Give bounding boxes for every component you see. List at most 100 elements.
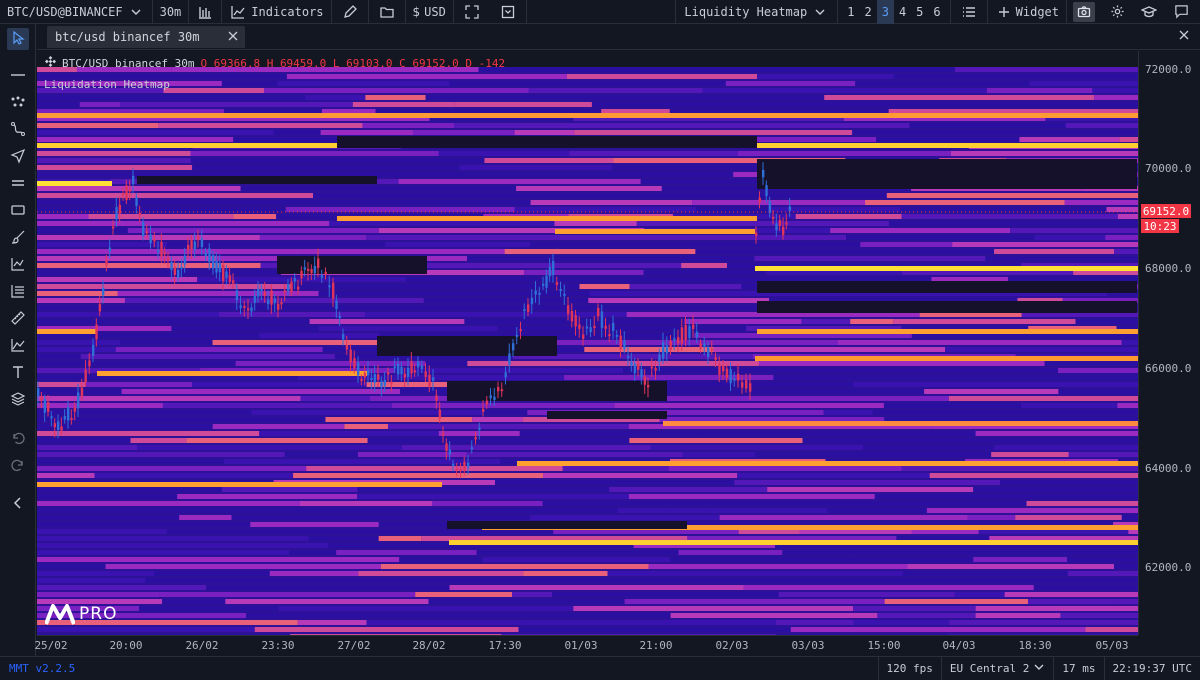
- heatmap-band: [300, 396, 370, 401]
- fib-tool[interactable]: [7, 281, 29, 303]
- heatmap-band: [259, 235, 367, 240]
- candle-body: [647, 384, 650, 388]
- heatmap-band: [37, 578, 146, 583]
- heatmap-band: [318, 326, 455, 331]
- time-tick: 17:30: [488, 639, 522, 652]
- text-tool[interactable]: [7, 362, 29, 384]
- candle-body: [567, 305, 570, 315]
- heatmap-band: [37, 543, 329, 548]
- chart-pane[interactable]: BTC/USD binancef 30m O 69366.8 H 69459.0…: [37, 51, 1200, 635]
- candle-body: [552, 260, 555, 275]
- candle-body: [342, 334, 345, 340]
- add-widget-button[interactable]: Widget: [988, 0, 1066, 24]
- close-icon[interactable]: [227, 30, 239, 45]
- heatmap-band: [37, 592, 160, 597]
- heatmap-band: [669, 557, 855, 562]
- candle-body: [328, 285, 331, 288]
- close-label: C: [399, 56, 406, 70]
- chart-pattern-tool[interactable]: [7, 254, 29, 276]
- candle-body: [538, 292, 541, 295]
- chart-type-button[interactable]: [189, 0, 221, 24]
- candle-body: [470, 447, 474, 450]
- heatmap-band: [240, 186, 517, 191]
- arrow-tool[interactable]: [7, 146, 29, 168]
- layout-3-button[interactable]: 3: [876, 0, 894, 24]
- layout-2-button[interactable]: 2: [859, 0, 876, 24]
- fullscreen-button[interactable]: [454, 0, 490, 24]
- region-selector[interactable]: EU Central 2: [940, 656, 1053, 680]
- currency-label: USD: [424, 4, 446, 19]
- heatmap-band: [902, 571, 1068, 576]
- candle-body: [699, 343, 702, 349]
- heatmap-band: [464, 319, 685, 324]
- pattern-tool[interactable]: [7, 92, 29, 114]
- timeframe-button[interactable]: 30m: [153, 0, 189, 24]
- heatmap-band: [357, 494, 629, 499]
- currency-button[interactable]: $ USD: [406, 0, 453, 24]
- heatmap-band: [37, 571, 155, 576]
- measure-tool[interactable]: [7, 308, 29, 330]
- chart-tab[interactable]: btc/usd binancef 30m: [47, 26, 245, 48]
- heatmap-band: [725, 81, 856, 86]
- text-icon: [10, 364, 26, 383]
- heatmap-selector[interactable]: Liquidity Heatmap: [676, 0, 837, 24]
- indicators-button[interactable]: Indicators: [222, 0, 330, 24]
- timeframe-label: 30m: [159, 4, 182, 19]
- indicator-label[interactable]: Liquidation Heatmap: [44, 78, 170, 91]
- heatmap-band: [167, 242, 248, 247]
- heatmap-band: [562, 466, 669, 471]
- cursor-tool[interactable]: [7, 28, 29, 50]
- save-button[interactable]: [490, 0, 526, 24]
- layout-5-button[interactable]: 5: [911, 0, 928, 24]
- path-icon: [10, 121, 26, 140]
- exchange-logo-icon: [45, 56, 56, 70]
- rectangle-tool[interactable]: [7, 200, 29, 222]
- learn-button[interactable]: [1133, 0, 1165, 24]
- layers-tool[interactable]: [7, 389, 29, 411]
- parallel-channel-tool[interactable]: [7, 173, 29, 195]
- layout-1-button[interactable]: 1: [842, 0, 859, 24]
- heatmap-band: [788, 242, 861, 247]
- path-tool[interactable]: [7, 119, 29, 141]
- brush-tool[interactable]: [7, 227, 29, 249]
- heatmap-band: [127, 228, 379, 233]
- heatmap-band: [504, 249, 696, 254]
- heatmap-band: [575, 557, 670, 562]
- undo-button[interactable]: [7, 428, 29, 450]
- heatmap-band: [1117, 403, 1138, 408]
- candle-body: [772, 216, 775, 219]
- heatmap-high-liquidity-level: [755, 266, 1138, 271]
- close-icon[interactable]: [1178, 29, 1190, 44]
- chat-button[interactable]: [1165, 0, 1200, 24]
- forecast-tool[interactable]: [7, 335, 29, 357]
- heatmap-void-zone: [447, 521, 687, 529]
- layout-6-button[interactable]: 6: [928, 0, 945, 24]
- candle-body: [88, 360, 91, 367]
- status-bar: MMT v2.2.5 120 fps EU Central 2 17 ms 22…: [0, 656, 1200, 680]
- redo-button[interactable]: [7, 455, 29, 477]
- candle-body: [680, 327, 684, 344]
- candle-body: [643, 376, 647, 385]
- candle-body: [225, 271, 228, 278]
- watchlist-button[interactable]: [951, 0, 987, 24]
- heatmap-band: [244, 417, 326, 422]
- time-axis[interactable]: 25/02 20:00 26/02 23:30 27/02 28/02 17:3…: [34, 635, 1138, 656]
- snapshot-button[interactable]: [1067, 0, 1101, 24]
- settings-button[interactable]: [1101, 0, 1133, 24]
- collapse-toolbar-button[interactable]: [7, 493, 29, 515]
- candle-body: [448, 449, 452, 455]
- horizontal-line-tool[interactable]: [7, 65, 29, 87]
- open-layout-button[interactable]: [369, 0, 405, 24]
- heatmap-band: [666, 368, 962, 373]
- symbol-selector[interactable]: BTC/USD@BINANCEF: [0, 0, 152, 24]
- gear-icon: [1108, 3, 1126, 21]
- layout-4-button[interactable]: 4: [894, 0, 911, 24]
- price-axis[interactable]: 72000.0 70000.0 68000.0 66000.0 64000.0 …: [1138, 51, 1200, 635]
- candle-body: [714, 357, 717, 360]
- time-tick: 26/02: [185, 639, 219, 652]
- heatmap-band: [670, 613, 878, 618]
- heatmap-band: [1019, 137, 1120, 142]
- draw-button[interactable]: [332, 0, 368, 24]
- heatmap-band: [37, 501, 300, 506]
- heatmap-band: [37, 291, 118, 296]
